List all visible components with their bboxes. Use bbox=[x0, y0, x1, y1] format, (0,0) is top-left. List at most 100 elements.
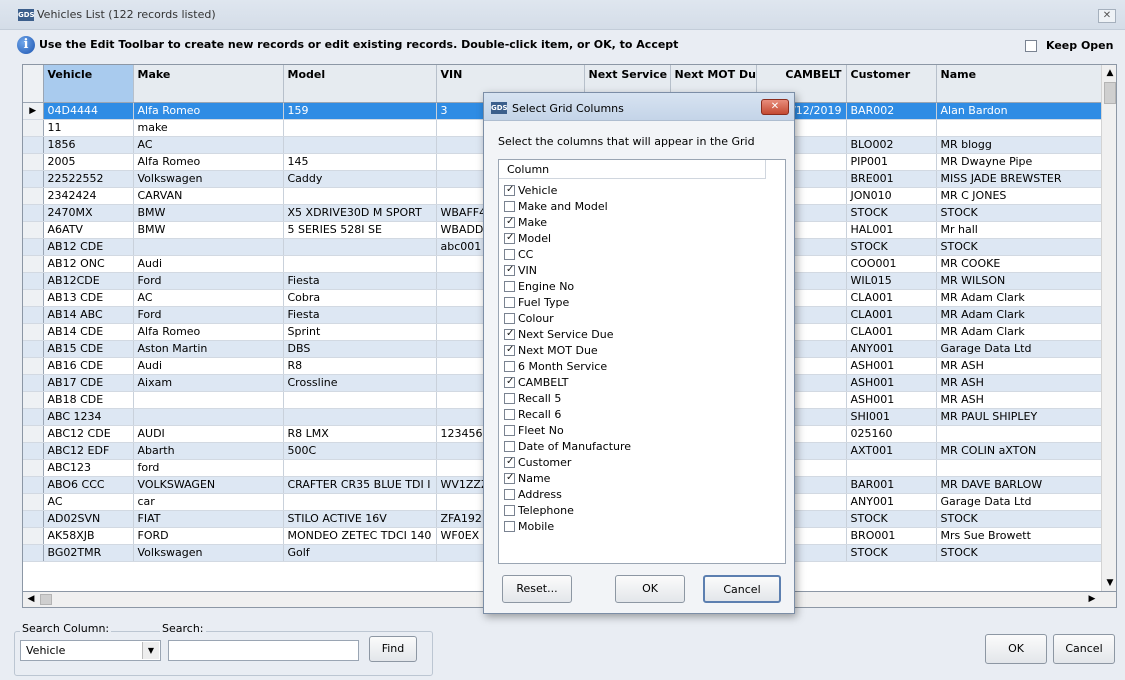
column-option[interactable]: CC bbox=[504, 246, 631, 262]
checkbox-checked-icon[interactable] bbox=[504, 376, 515, 388]
column-option[interactable]: CAMBELT bbox=[504, 374, 631, 390]
column-option[interactable]: Address bbox=[504, 486, 631, 502]
checkbox-unchecked-icon[interactable] bbox=[504, 520, 515, 532]
row-indicator[interactable] bbox=[23, 170, 44, 188]
column-option[interactable]: Date of Manufacture bbox=[504, 438, 631, 454]
column-option-label: Make bbox=[518, 215, 547, 229]
checkbox-checked-icon[interactable] bbox=[504, 472, 515, 484]
checkbox-unchecked-icon[interactable] bbox=[504, 280, 515, 292]
column-option[interactable]: Telephone bbox=[504, 502, 631, 518]
scroll-left-arrow-icon[interactable]: ◀ bbox=[23, 592, 39, 607]
row-indicator[interactable] bbox=[23, 119, 44, 137]
keep-open-toggle[interactable]: Keep Open bbox=[1025, 39, 1113, 52]
row-indicator[interactable] bbox=[23, 272, 44, 290]
chevron-down-icon[interactable]: ▼ bbox=[142, 642, 159, 659]
column-header-name[interactable]: Name bbox=[936, 65, 1102, 103]
column-option[interactable]: Vehicle bbox=[504, 182, 631, 198]
checkbox-unchecked-icon[interactable] bbox=[504, 360, 515, 372]
row-indicator[interactable] bbox=[23, 306, 44, 324]
column-option[interactable]: 6 Month Service bbox=[504, 358, 631, 374]
row-indicator[interactable] bbox=[23, 476, 44, 494]
vertical-scroll-thumb[interactable] bbox=[1104, 82, 1116, 104]
row-indicator[interactable] bbox=[23, 238, 44, 256]
checkbox-unchecked-icon[interactable] bbox=[504, 424, 515, 436]
row-indicator[interactable] bbox=[23, 493, 44, 511]
keep-open-checkbox[interactable] bbox=[1025, 39, 1037, 52]
column-option[interactable]: Customer bbox=[504, 454, 631, 470]
checkbox-checked-icon[interactable] bbox=[504, 328, 515, 340]
row-indicator[interactable] bbox=[23, 187, 44, 205]
column-checklist[interactable]: Column VehicleMake and ModelMakeModelCCV… bbox=[498, 159, 786, 564]
scroll-right-arrow-icon[interactable]: ▶ bbox=[1084, 592, 1100, 607]
column-header-model[interactable]: Model bbox=[283, 65, 437, 103]
dialog-reset-button[interactable]: Reset... bbox=[502, 575, 572, 603]
row-indicator[interactable] bbox=[23, 357, 44, 375]
column-option[interactable]: Make bbox=[504, 214, 631, 230]
checkbox-checked-icon[interactable] bbox=[504, 184, 515, 196]
checkbox-unchecked-icon[interactable] bbox=[504, 312, 515, 324]
column-option[interactable]: Make and Model bbox=[504, 198, 631, 214]
row-indicator[interactable] bbox=[23, 527, 44, 545]
horizontal-scroll-thumb[interactable] bbox=[40, 594, 52, 605]
row-indicator[interactable] bbox=[23, 221, 44, 239]
column-option[interactable]: VIN bbox=[504, 262, 631, 278]
column-option[interactable]: Next Service Due bbox=[504, 326, 631, 342]
row-indicator[interactable] bbox=[23, 459, 44, 477]
dialog-ok-button[interactable]: OK bbox=[615, 575, 685, 603]
column-option[interactable]: Name bbox=[504, 470, 631, 486]
row-indicator[interactable] bbox=[23, 374, 44, 392]
row-indicator[interactable] bbox=[23, 510, 44, 528]
dialog-close-button[interactable]: ✕ bbox=[761, 99, 789, 115]
row-indicator[interactable] bbox=[23, 425, 44, 443]
column-option-label: Make and Model bbox=[518, 199, 608, 213]
row-indicator[interactable] bbox=[23, 442, 44, 460]
column-option[interactable]: Colour bbox=[504, 310, 631, 326]
search-input[interactable] bbox=[168, 640, 359, 661]
scroll-up-arrow-icon[interactable]: ▲ bbox=[1102, 65, 1116, 81]
column-option[interactable]: Recall 5 bbox=[504, 390, 631, 406]
column-option[interactable]: Fuel Type bbox=[504, 294, 631, 310]
checkbox-unchecked-icon[interactable] bbox=[504, 408, 515, 420]
checkbox-unchecked-icon[interactable] bbox=[504, 248, 515, 260]
checkbox-checked-icon[interactable] bbox=[504, 232, 515, 244]
table-cell: BG02TMR bbox=[43, 544, 134, 562]
checkbox-unchecked-icon[interactable] bbox=[504, 296, 515, 308]
cancel-button[interactable]: Cancel bbox=[1053, 634, 1115, 664]
window-close-button[interactable]: ✕ bbox=[1098, 9, 1116, 23]
row-indicator[interactable] bbox=[23, 544, 44, 562]
checkbox-checked-icon[interactable] bbox=[504, 216, 515, 228]
column-option[interactable]: Next MOT Due bbox=[504, 342, 631, 358]
grid-vertical-scrollbar[interactable]: ▲ ▼ bbox=[1101, 65, 1116, 591]
checkbox-checked-icon[interactable] bbox=[504, 264, 515, 276]
row-indicator[interactable] bbox=[23, 391, 44, 409]
find-button[interactable]: Find bbox=[369, 636, 417, 662]
scroll-down-arrow-icon[interactable]: ▼ bbox=[1102, 575, 1116, 591]
row-indicator[interactable] bbox=[23, 204, 44, 222]
column-header-vehicle[interactable]: Vehicle bbox=[43, 65, 134, 103]
dialog-cancel-button[interactable]: Cancel bbox=[703, 575, 781, 603]
row-indicator[interactable] bbox=[23, 323, 44, 341]
checkbox-unchecked-icon[interactable] bbox=[504, 488, 515, 500]
checkbox-unchecked-icon[interactable] bbox=[504, 392, 515, 404]
checkbox-checked-icon[interactable] bbox=[504, 344, 515, 356]
row-indicator[interactable] bbox=[23, 255, 44, 273]
search-column-select[interactable]: Vehicle ▼ bbox=[20, 640, 161, 661]
checkbox-unchecked-icon[interactable] bbox=[504, 504, 515, 516]
row-indicator[interactable] bbox=[23, 289, 44, 307]
ok-button[interactable]: OK bbox=[985, 634, 1047, 664]
column-option[interactable]: Engine No bbox=[504, 278, 631, 294]
column-option[interactable]: Model bbox=[504, 230, 631, 246]
checkbox-checked-icon[interactable] bbox=[504, 456, 515, 468]
column-option[interactable]: Recall 6 bbox=[504, 406, 631, 422]
row-indicator[interactable] bbox=[23, 136, 44, 154]
column-header-customer[interactable]: Customer bbox=[846, 65, 937, 103]
row-indicator[interactable]: ▶ bbox=[23, 102, 44, 120]
column-header-make[interactable]: Make bbox=[133, 65, 284, 103]
row-indicator[interactable] bbox=[23, 408, 44, 426]
row-indicator[interactable] bbox=[23, 153, 44, 171]
checkbox-unchecked-icon[interactable] bbox=[504, 200, 515, 212]
row-indicator[interactable] bbox=[23, 340, 44, 358]
column-option[interactable]: Mobile bbox=[504, 518, 631, 534]
column-option[interactable]: Fleet No bbox=[504, 422, 631, 438]
checkbox-unchecked-icon[interactable] bbox=[504, 440, 515, 452]
